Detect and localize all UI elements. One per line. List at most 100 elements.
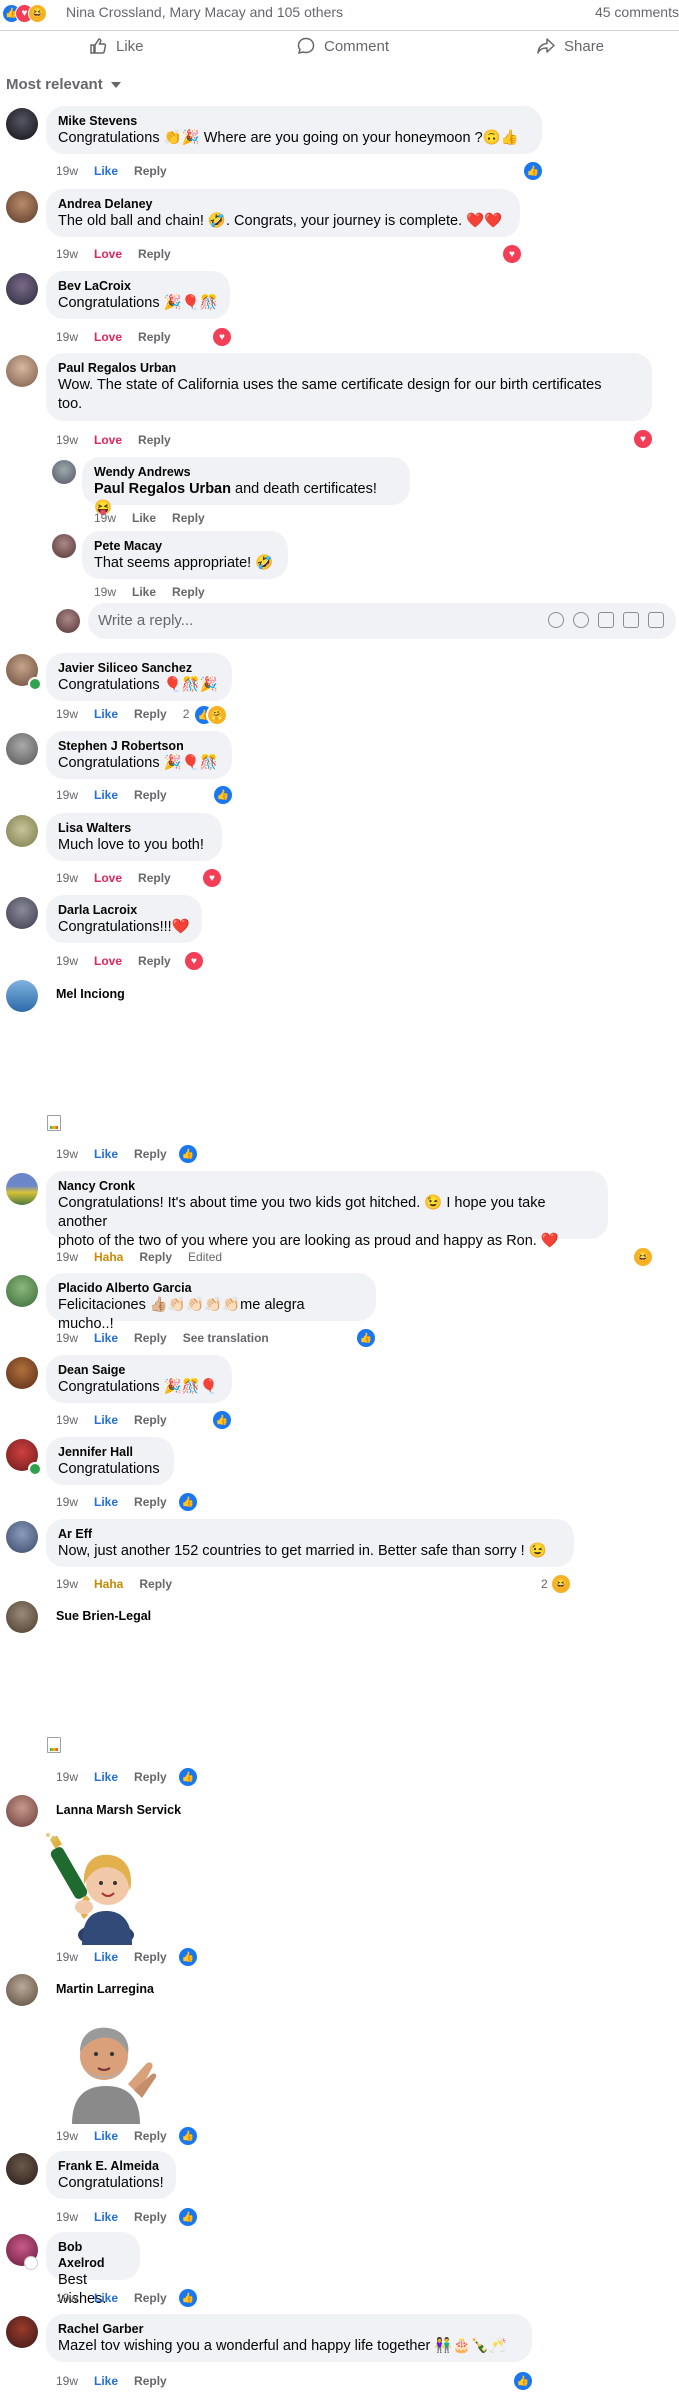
commenter-name[interactable]: Lisa Walters bbox=[58, 820, 210, 836]
love-reaction-icon[interactable]: ♥ bbox=[632, 428, 654, 450]
emoji-icon[interactable] bbox=[573, 612, 589, 628]
love-reaction-icon[interactable]: ♥ bbox=[183, 950, 205, 972]
commenter-name[interactable]: Mel Inciong bbox=[56, 986, 125, 1002]
timestamp[interactable]: 19w bbox=[56, 1495, 78, 1509]
timestamp[interactable]: 19w bbox=[56, 330, 78, 344]
timestamp[interactable]: 19w bbox=[56, 2374, 78, 2388]
avatar[interactable] bbox=[52, 534, 76, 558]
sticker-icon[interactable] bbox=[648, 612, 664, 628]
reaction-names[interactable]: Nina Crossland, Mary Macay and 105 other… bbox=[66, 4, 343, 20]
like-reaction-icon[interactable]: 👍 bbox=[177, 1491, 199, 1513]
avatar[interactable] bbox=[6, 355, 38, 387]
avatar[interactable] bbox=[52, 460, 76, 484]
commenter-name[interactable]: Ar Eff bbox=[58, 1526, 562, 1542]
reaction-button[interactable]: Love bbox=[94, 247, 122, 261]
see-translation-link[interactable]: See translation bbox=[183, 1331, 269, 1345]
avatar[interactable] bbox=[6, 815, 38, 847]
reply-button[interactable]: Reply bbox=[139, 1250, 172, 1264]
reaction-count[interactable]: 2 bbox=[183, 707, 190, 721]
commenter-name[interactable]: Placido Alberto Garcia bbox=[58, 1280, 364, 1296]
timestamp[interactable]: 19w bbox=[56, 871, 78, 885]
timestamp[interactable]: 19w bbox=[56, 1577, 78, 1591]
reply-button[interactable]: Reply bbox=[138, 433, 171, 447]
camera-icon[interactable] bbox=[598, 612, 614, 628]
commenter-name[interactable]: Wendy Andrews bbox=[94, 464, 398, 480]
timestamp[interactable]: 19w bbox=[56, 433, 78, 447]
timestamp[interactable]: 19w bbox=[56, 1331, 78, 1345]
avatar-sticker[interactable] bbox=[62, 2014, 162, 2124]
reaction-button[interactable]: Like bbox=[94, 1950, 118, 1964]
reaction-button[interactable]: Haha bbox=[94, 1250, 123, 1264]
avatar[interactable] bbox=[6, 108, 38, 140]
avatar[interactable] bbox=[6, 1173, 38, 1205]
reaction-button[interactable]: Like bbox=[94, 788, 118, 802]
image-attachment[interactable] bbox=[47, 1115, 61, 1131]
timestamp[interactable]: 19w bbox=[56, 2210, 78, 2224]
mention-link[interactable]: Paul Regalos Urban bbox=[94, 481, 231, 497]
commenter-name[interactable]: Dean Saige bbox=[58, 1362, 220, 1378]
reply-button[interactable]: Reply bbox=[134, 707, 167, 721]
reply-button[interactable]: Reply bbox=[138, 871, 171, 885]
avatar[interactable] bbox=[6, 897, 38, 929]
reply-button[interactable]: Reply bbox=[134, 2291, 167, 2305]
reply-button[interactable]: Reply bbox=[139, 1577, 172, 1591]
my-avatar[interactable] bbox=[56, 609, 80, 633]
avatar[interactable] bbox=[6, 2153, 38, 2185]
commenter-name[interactable]: Mike Stevens bbox=[58, 113, 530, 129]
avatar[interactable] bbox=[6, 980, 38, 1012]
reply-button[interactable]: Reply bbox=[134, 1413, 167, 1427]
reaction-button[interactable]: Like bbox=[94, 1770, 118, 1784]
reply-button[interactable]: Reply bbox=[138, 330, 171, 344]
reaction-button[interactable]: Like bbox=[94, 1331, 118, 1345]
reply-input[interactable]: Write a reply... bbox=[88, 603, 676, 639]
commenter-name[interactable]: Lanna Marsh Servick bbox=[56, 1802, 181, 1818]
timestamp[interactable]: 19w bbox=[56, 788, 78, 802]
avatar[interactable] bbox=[6, 1974, 38, 2006]
love-reaction-icon[interactable]: ♥ bbox=[211, 326, 233, 348]
avatar[interactable] bbox=[6, 1275, 38, 1307]
timestamp[interactable]: 19w bbox=[56, 1950, 78, 1964]
timestamp[interactable]: 19w bbox=[56, 1250, 78, 1264]
reaction-button[interactable]: Love bbox=[94, 871, 122, 885]
avatar[interactable] bbox=[6, 1601, 38, 1633]
reaction-button[interactable]: Like bbox=[94, 707, 118, 721]
timestamp[interactable]: 19w bbox=[56, 707, 78, 721]
like-reaction-icon[interactable]: 👍 bbox=[177, 2125, 199, 2147]
reaction-button[interactable]: Like bbox=[94, 1147, 118, 1161]
reply-button[interactable]: Reply bbox=[134, 2210, 167, 2224]
love-reaction-icon[interactable]: ♥ bbox=[501, 243, 523, 265]
commenter-name[interactable]: Javier Siliceo Sanchez bbox=[58, 660, 220, 676]
avatar-sticker[interactable] bbox=[44, 1833, 148, 1945]
reaction-button[interactable]: Haha bbox=[94, 1577, 123, 1591]
timestamp[interactable]: 19w bbox=[56, 1147, 78, 1161]
reply-button[interactable]: Reply bbox=[138, 247, 171, 261]
reply-button[interactable]: Reply bbox=[134, 1147, 167, 1161]
reaction-button[interactable]: Like bbox=[94, 2129, 118, 2143]
love-reaction-icon[interactable]: ♥ bbox=[201, 867, 223, 889]
reply-button[interactable]: Reply bbox=[172, 585, 205, 599]
haha-reaction-icon[interactable]: 😆 bbox=[632, 1246, 654, 1268]
reaction-button[interactable]: Like bbox=[94, 164, 118, 178]
like-reaction-icon[interactable]: 👍 bbox=[212, 784, 234, 806]
care-reaction-icon[interactable]: 🤗 bbox=[206, 704, 228, 726]
reaction-button[interactable]: Love bbox=[94, 330, 122, 344]
timestamp[interactable]: 19w bbox=[56, 1413, 78, 1427]
commenter-name[interactable]: Sue Brien-Legal bbox=[56, 1608, 151, 1624]
reply-button[interactable]: Reply bbox=[172, 511, 205, 525]
avatar[interactable] bbox=[6, 191, 38, 223]
reaction-button[interactable]: Like bbox=[132, 585, 156, 599]
commenter-name[interactable]: Nancy Cronk bbox=[58, 1178, 596, 1194]
reaction-button[interactable]: Like bbox=[94, 2210, 118, 2224]
share-button[interactable]: Share bbox=[536, 36, 604, 56]
reply-button[interactable]: Reply bbox=[134, 1770, 167, 1784]
reply-button[interactable]: Reply bbox=[134, 2374, 167, 2388]
like-reaction-icon[interactable]: 👍 bbox=[512, 2370, 534, 2392]
sort-dropdown[interactable]: Most relevant bbox=[6, 76, 121, 93]
like-button[interactable]: Like bbox=[88, 36, 144, 56]
timestamp[interactable]: 19w bbox=[56, 2129, 78, 2143]
comment-button[interactable]: Comment bbox=[296, 36, 389, 56]
avatar[interactable] bbox=[6, 1795, 38, 1827]
commenter-name[interactable]: Jennifer Hall bbox=[58, 1444, 162, 1460]
reply-button[interactable]: Reply bbox=[134, 2129, 167, 2143]
avatar[interactable] bbox=[6, 273, 38, 305]
